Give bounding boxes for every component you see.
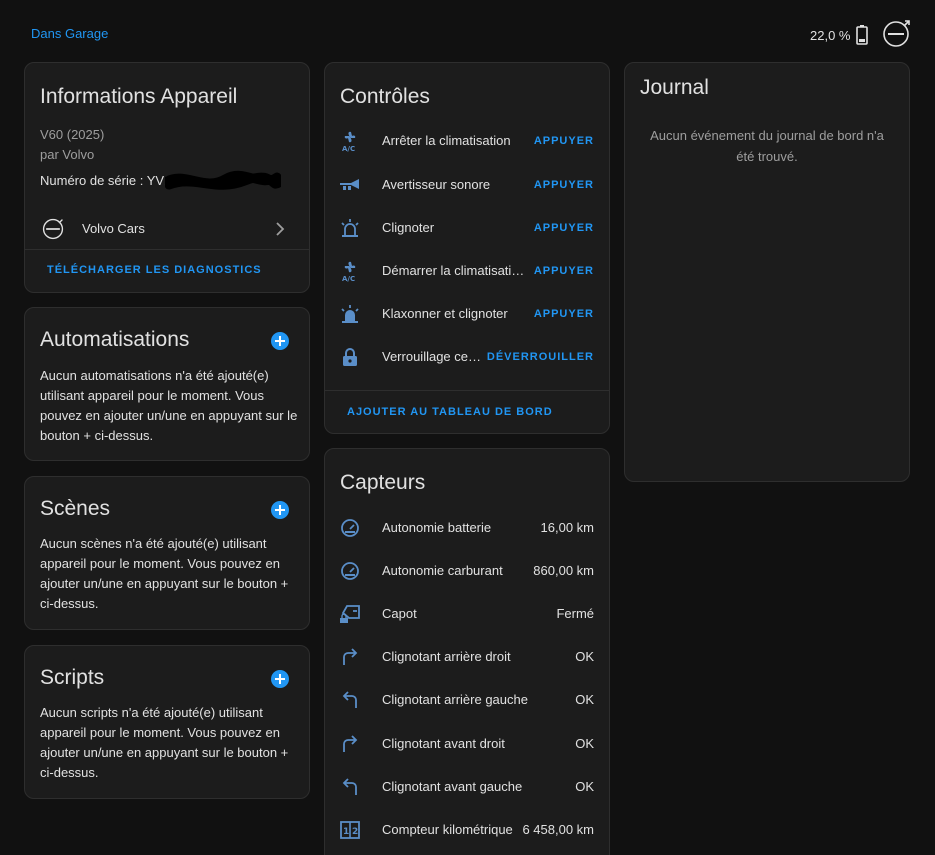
add-automation-button[interactable] (271, 332, 289, 350)
control-label: Arrêter la climatisation (382, 133, 511, 148)
press-button[interactable]: APPUYER (534, 179, 594, 191)
integration-label: Volvo Cars (82, 221, 145, 236)
scenes-title: Scènes (40, 497, 111, 520)
sensors-title: Capteurs (340, 471, 426, 494)
device-manufacturer: par Volvo (40, 147, 95, 162)
svg-text:2: 2 (352, 827, 358, 837)
scenes-card: Scènes Aucun scènes n'a été ajouté(e) ut… (24, 476, 310, 630)
bugle-horn-icon (339, 174, 361, 196)
sensor-row[interactable]: Autonomie carburant 860,00 km (325, 549, 609, 592)
sensor-value: Fermé (556, 606, 594, 621)
volvo-logo-icon (42, 218, 64, 240)
sensor-label: Clignotant avant droit (382, 736, 505, 751)
battery-icon (856, 25, 869, 45)
device-info-card: Informations Appareil V60 (2025) par Vol… (24, 62, 310, 293)
arrow-turn-left-icon (339, 689, 361, 711)
sensor-row[interactable]: 12 Compteur kilométrique 6 458,00 km (325, 808, 609, 851)
logbook-title: Journal (640, 76, 709, 99)
automations-card: Automatisations Aucun automatisations n'… (24, 307, 310, 461)
logbook-card: Journal Aucun événement du journal de bo… (624, 62, 910, 482)
sensor-row[interactable]: Clignotant avant gauche OK (325, 765, 609, 808)
sensor-label: Capot (382, 606, 417, 621)
add-scene-button[interactable] (271, 501, 289, 519)
controls-title: Contrôles (340, 85, 430, 108)
alarm-light-outline-icon (339, 217, 361, 239)
add-script-button[interactable] (271, 670, 289, 688)
download-diagnostics-button[interactable]: TÉLÉCHARGER LES DIAGNOSTICS (47, 264, 262, 276)
sensors-card: Capteurs Autonomie batterie 16,00 km Aut… (324, 448, 610, 855)
car-door-lock-icon (339, 603, 361, 625)
serial-number: Numéro de série : YV1 (40, 173, 172, 188)
control-label: Klaxonner et clignoter (382, 306, 508, 321)
control-label: Verrouillage cen… (382, 349, 486, 364)
automations-empty-text: Aucun automatisations n'a été ajouté(e) … (40, 368, 298, 443)
scripts-card: Scripts Aucun scripts n'a été ajouté(e) … (24, 645, 310, 799)
svg-text:A/C: A/C (342, 275, 355, 282)
area-link[interactable]: Dans Garage (31, 26, 108, 41)
alarm-light-icon (339, 303, 361, 325)
volvo-logo-icon (883, 20, 910, 47)
arrow-turn-left-icon (339, 776, 361, 798)
fan-ac-icon: A/C (339, 130, 361, 152)
control-label: Avertisseur sonore (382, 177, 491, 192)
chevron-right-icon (276, 222, 285, 236)
svg-text:1: 1 (343, 827, 349, 837)
logbook-empty-text: Aucun événement du journal de bord n'a é… (650, 128, 884, 164)
sensor-label: Clignotant arrière droit (382, 649, 511, 664)
sensor-label: Autonomie carburant (382, 563, 503, 578)
scenes-empty-text: Aucun scènes n'a été ajouté(e) utilisant… (40, 536, 289, 611)
press-button[interactable]: APPUYER (534, 135, 594, 147)
control-label: Clignoter (382, 220, 435, 235)
press-button[interactable]: APPUYER (534, 265, 594, 277)
sensor-value: 860,00 km (533, 563, 594, 578)
controls-card: Contrôles A/C Arrêter la climatisation A… (324, 62, 610, 434)
sensor-label: Autonomie batterie (382, 520, 492, 535)
automations-title: Automatisations (40, 328, 190, 351)
divider (25, 249, 309, 250)
sensor-value: OK (575, 736, 594, 751)
press-button[interactable]: APPUYER (534, 308, 594, 320)
counter-icon: 12 (339, 819, 361, 841)
sensor-row[interactable]: Capot Fermé (325, 592, 609, 635)
unlock-button[interactable]: DÉVERROUILLER (487, 351, 594, 363)
scripts-title: Scripts (40, 666, 105, 689)
fan-ac-icon: A/C (339, 260, 361, 282)
integration-row[interactable]: Volvo Cars (25, 211, 309, 247)
control-row[interactable]: A/C Arrêter la climatisation APPUYER (325, 119, 609, 162)
press-button[interactable]: APPUYER (534, 222, 594, 234)
device-model: V60 (2025) (40, 127, 105, 142)
redaction-scribble (165, 170, 281, 190)
sensor-value: 6 458,00 km (522, 822, 594, 837)
sensor-row[interactable]: Clignotant avant droit OK (325, 722, 609, 765)
sensor-row[interactable]: Clignotant arrière gauche OK (325, 678, 609, 721)
sensor-value: OK (575, 779, 594, 794)
control-row[interactable]: Verrouillage cen… DÉVERROUILLER (325, 335, 609, 378)
control-row[interactable]: Clignoter APPUYER (325, 206, 609, 249)
gauge-icon (339, 517, 361, 539)
svg-text:A/C: A/C (342, 145, 355, 152)
battery-level: 22,0 % (810, 27, 851, 43)
scripts-empty-text: Aucun scripts n'a été ajouté(e) utilisan… (40, 705, 289, 780)
sensor-value: 16,00 km (540, 520, 594, 535)
sensor-row[interactable]: Autonomie batterie 16,00 km (325, 506, 609, 549)
battery-indicator: 22,0 % (810, 25, 869, 45)
sensor-label: Clignotant arrière gauche (382, 692, 528, 707)
sensor-label: Compteur kilométrique (382, 822, 513, 837)
control-row[interactable]: Avertisseur sonore APPUYER (325, 163, 609, 206)
control-row[interactable]: Klaxonner et clignoter APPUYER (325, 292, 609, 335)
gauge-icon (339, 560, 361, 582)
lock-icon (339, 346, 361, 368)
arrow-turn-right-icon (339, 646, 361, 668)
add-to-dashboard-button[interactable]: AJOUTER AU TABLEAU DE BORD (347, 406, 553, 418)
device-info-title: Informations Appareil (40, 85, 238, 108)
control-label: Démarrer la climatisati… (382, 263, 525, 278)
sensor-value: OK (575, 692, 594, 707)
sensor-label: Clignotant avant gauche (382, 779, 523, 794)
divider (325, 390, 609, 391)
control-row[interactable]: A/C Démarrer la climatisati… APPUYER (325, 249, 609, 292)
sensor-row[interactable]: Clignotant arrière droit OK (325, 635, 609, 678)
sensor-value: OK (575, 649, 594, 664)
arrow-turn-right-icon (339, 733, 361, 755)
